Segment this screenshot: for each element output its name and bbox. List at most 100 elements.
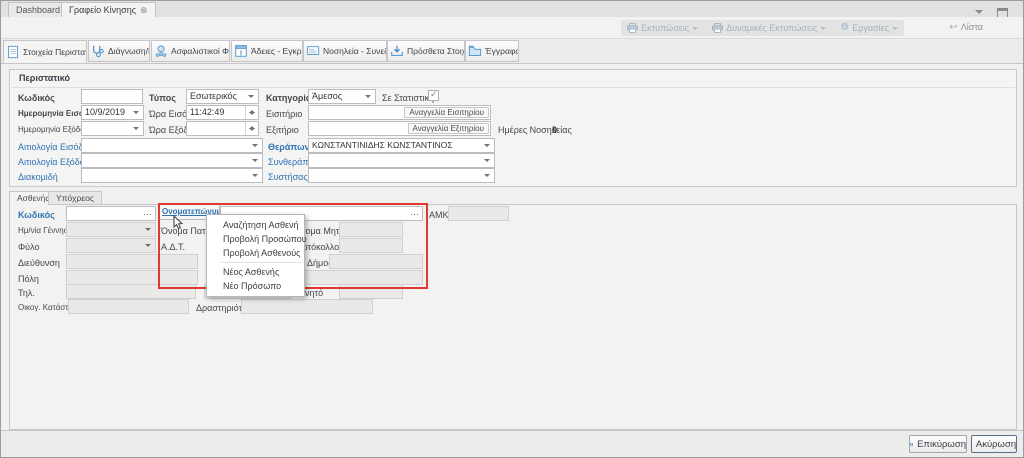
menu-separator — [221, 262, 302, 263]
menu-item-new-patient[interactable]: Νέος Ασθενής — [207, 265, 304, 279]
chevron-down-icon[interactable] — [142, 239, 155, 252]
extra-data-icon — [390, 44, 404, 58]
time-spinner[interactable] — [245, 122, 258, 135]
tab-diagnosis-ken[interactable]: Διάγνωση/ΚΕΝ — [88, 40, 150, 62]
tab-label: Άδειες - Εγκρίσεις — [251, 46, 303, 56]
transfer-dropdown[interactable] — [81, 168, 263, 183]
statistic-label: Σε Στατιστική — [382, 93, 434, 103]
tab-insurance-funds[interactable]: Ασφαλιστικοί Φορείς — [151, 40, 230, 62]
reason-out-dropdown[interactable] — [81, 153, 263, 168]
admission-ticket-field[interactable]: Αναγγελία Εισιτηρίου — [308, 105, 491, 120]
menu-item-view-patient[interactable]: Προβολή Ασθενούς — [207, 246, 304, 260]
discharge-note-field[interactable]: Αναγγελία Εξιτηρίου — [308, 121, 491, 136]
svg-text:!: ! — [240, 50, 242, 57]
confirm-button[interactable]: Επικύρωση — [909, 435, 967, 453]
statistic-checkbox[interactable] — [428, 90, 439, 101]
reason-in-dropdown[interactable] — [81, 138, 263, 153]
tab-additional-data[interactable]: Πρόσθετα Στοιχεία — [387, 40, 465, 62]
tab-hospitalization-sessions[interactable]: Νοσηλεία - Συνεδρίες — [303, 40, 387, 62]
amka-field[interactable] — [448, 206, 509, 221]
incident-category-dropdown[interactable]: Άμεσος — [308, 89, 376, 104]
chevron-down-icon[interactable] — [130, 106, 143, 119]
close-tab-icon[interactable]: ⊗ — [140, 5, 148, 15]
referrer-label: Συστήσας — [268, 172, 308, 182]
incident-category-value: Άμεσος — [312, 91, 342, 101]
admission-date-field[interactable]: 10/9/2019 — [81, 105, 144, 120]
menu-item-new-person[interactable]: Νέο Πρόσωπο — [207, 279, 304, 293]
announce-admission-button[interactable]: Αναγγελία Εισιτηρίου — [404, 107, 489, 118]
dynamic-print-button-label: Δυναμικές Εκτυπώσεις — [726, 23, 817, 33]
undo-arrow-icon: ↩ — [949, 23, 957, 32]
incident-code-label: Κωδικός — [18, 93, 55, 103]
incident-code-field[interactable] — [81, 89, 143, 104]
tab-dashboard[interactable]: Dashboard — [8, 2, 68, 17]
patient-context-menu: Αναζήτηση Ασθενή Προβολή Προσώπου Προβολ… — [206, 214, 305, 297]
incident-category-label: Κατηγορία — [266, 93, 311, 103]
printer-icon — [627, 23, 638, 33]
chevron-down-icon[interactable] — [362, 90, 375, 103]
tab-label: Ασφαλιστικοί Φορείς — [171, 46, 230, 56]
admission-ticket-label: Εισιτήριο — [266, 109, 302, 119]
tab-documents[interactable]: Έγγραφα — [465, 40, 519, 62]
chevron-down-icon[interactable] — [249, 154, 262, 167]
address-label: Διεύθυνση — [18, 258, 60, 268]
save-icon — [910, 439, 913, 450]
doctor-dropdown[interactable]: ΚΩΝΣΤΑΝΤΙΝΙΔΗΣ ΚΩΝΣΤΑΝΤΙΝΟΣ — [308, 138, 495, 153]
tab-liable-person[interactable]: Υπόχρεος — [48, 191, 102, 205]
admission-date-value: 10/9/2019 — [85, 107, 125, 117]
gender-dropdown[interactable] — [66, 238, 156, 253]
hospital-days-value: 0 — [552, 125, 557, 135]
discharge-time-field[interactable] — [186, 121, 259, 136]
tab-list-dropdown-icon[interactable] — [975, 4, 989, 14]
chevron-down-icon[interactable] — [481, 169, 494, 182]
tab-patient-label: Ασθενής — [17, 193, 50, 203]
tab-label: Πρόσθετα Στοιχεία — [407, 46, 465, 56]
printer-icon — [712, 23, 723, 33]
tab-label: Έγγραφα — [485, 46, 519, 56]
tab-label: Στοιχεία Περιστατικού — [23, 47, 87, 57]
cancel-button[interactable]: Ακύρωση — [971, 435, 1017, 453]
list-button-label: Λίστα — [961, 22, 983, 32]
announce-discharge-button[interactable]: Αναγγελία Εξιτηρίου — [408, 123, 489, 134]
referrer-dropdown[interactable] — [308, 168, 495, 183]
tab-incident-details[interactable]: Στοιχεία Περιστατικού — [3, 40, 87, 63]
chevron-down-icon — [892, 27, 898, 33]
occupation-field[interactable] — [241, 299, 373, 314]
incident-type-dropdown[interactable]: Εσωτερικός — [186, 89, 259, 104]
reason-out-label: Αιτιολογία Εξόδου — [18, 157, 90, 167]
spinner-down-icon[interactable] — [249, 112, 255, 118]
marital-status-field[interactable] — [68, 299, 189, 314]
print-button[interactable]: Εκτυπώσεις — [627, 23, 698, 33]
menu-item-view-person[interactable]: Προβολή Προσώπου — [207, 232, 304, 246]
chevron-down-icon[interactable] — [249, 169, 262, 182]
tab-grafeio-kinisis-label: Γραφείο Κίνησης — [69, 5, 136, 15]
chevron-down-icon[interactable] — [130, 122, 143, 135]
cancel-button-label: Ακύρωση — [976, 439, 1016, 450]
discharge-note-label: Εξιτήριο — [266, 125, 299, 135]
tasks-button[interactable]: ⚙ Εργασίες — [840, 23, 898, 33]
tab-grafeio-kinisis[interactable]: Γραφείο Κίνησης ⊗ — [61, 2, 156, 17]
tab-label: Νοσηλεία - Συνεδρίες — [323, 46, 387, 56]
doctor-value: ΚΩΝΣΤΑΝΤΙΝΙΔΗΣ ΚΩΝΣΤΑΝΤΙΝΟΣ — [312, 140, 453, 150]
chevron-down-icon[interactable] — [245, 90, 258, 103]
co-doctor-dropdown[interactable] — [308, 153, 495, 168]
chevron-down-icon[interactable] — [142, 223, 155, 236]
admission-time-field[interactable]: 11:42:49 — [186, 105, 259, 120]
patient-code-field[interactable] — [66, 206, 156, 221]
tab-permits-approvals[interactable]: ! Άδειες - Εγκρίσεις — [231, 40, 303, 62]
chevron-down-icon[interactable] — [481, 154, 494, 167]
chevron-down-icon[interactable] — [481, 139, 494, 152]
discharge-date-field[interactable] — [81, 121, 144, 136]
mouse-cursor — [173, 215, 184, 230]
incident-type-value: Εσωτερικός — [190, 91, 237, 101]
menu-item-search-patient[interactable]: Αναζήτηση Ασθενή — [207, 218, 304, 232]
gear-icon: ⚙ — [840, 23, 849, 33]
birthdate-dropdown[interactable] — [66, 222, 156, 237]
spinner-down-icon[interactable] — [249, 128, 255, 134]
stethoscope-icon — [91, 44, 105, 58]
time-spinner[interactable] — [245, 106, 258, 119]
window-restore-icon[interactable] — [997, 4, 1011, 14]
dynamic-print-button[interactable]: Δυναμικές Εκτυπώσεις — [712, 23, 826, 33]
chevron-down-icon[interactable] — [249, 139, 262, 152]
list-button[interactable]: ↩ Λίστα — [949, 22, 983, 32]
